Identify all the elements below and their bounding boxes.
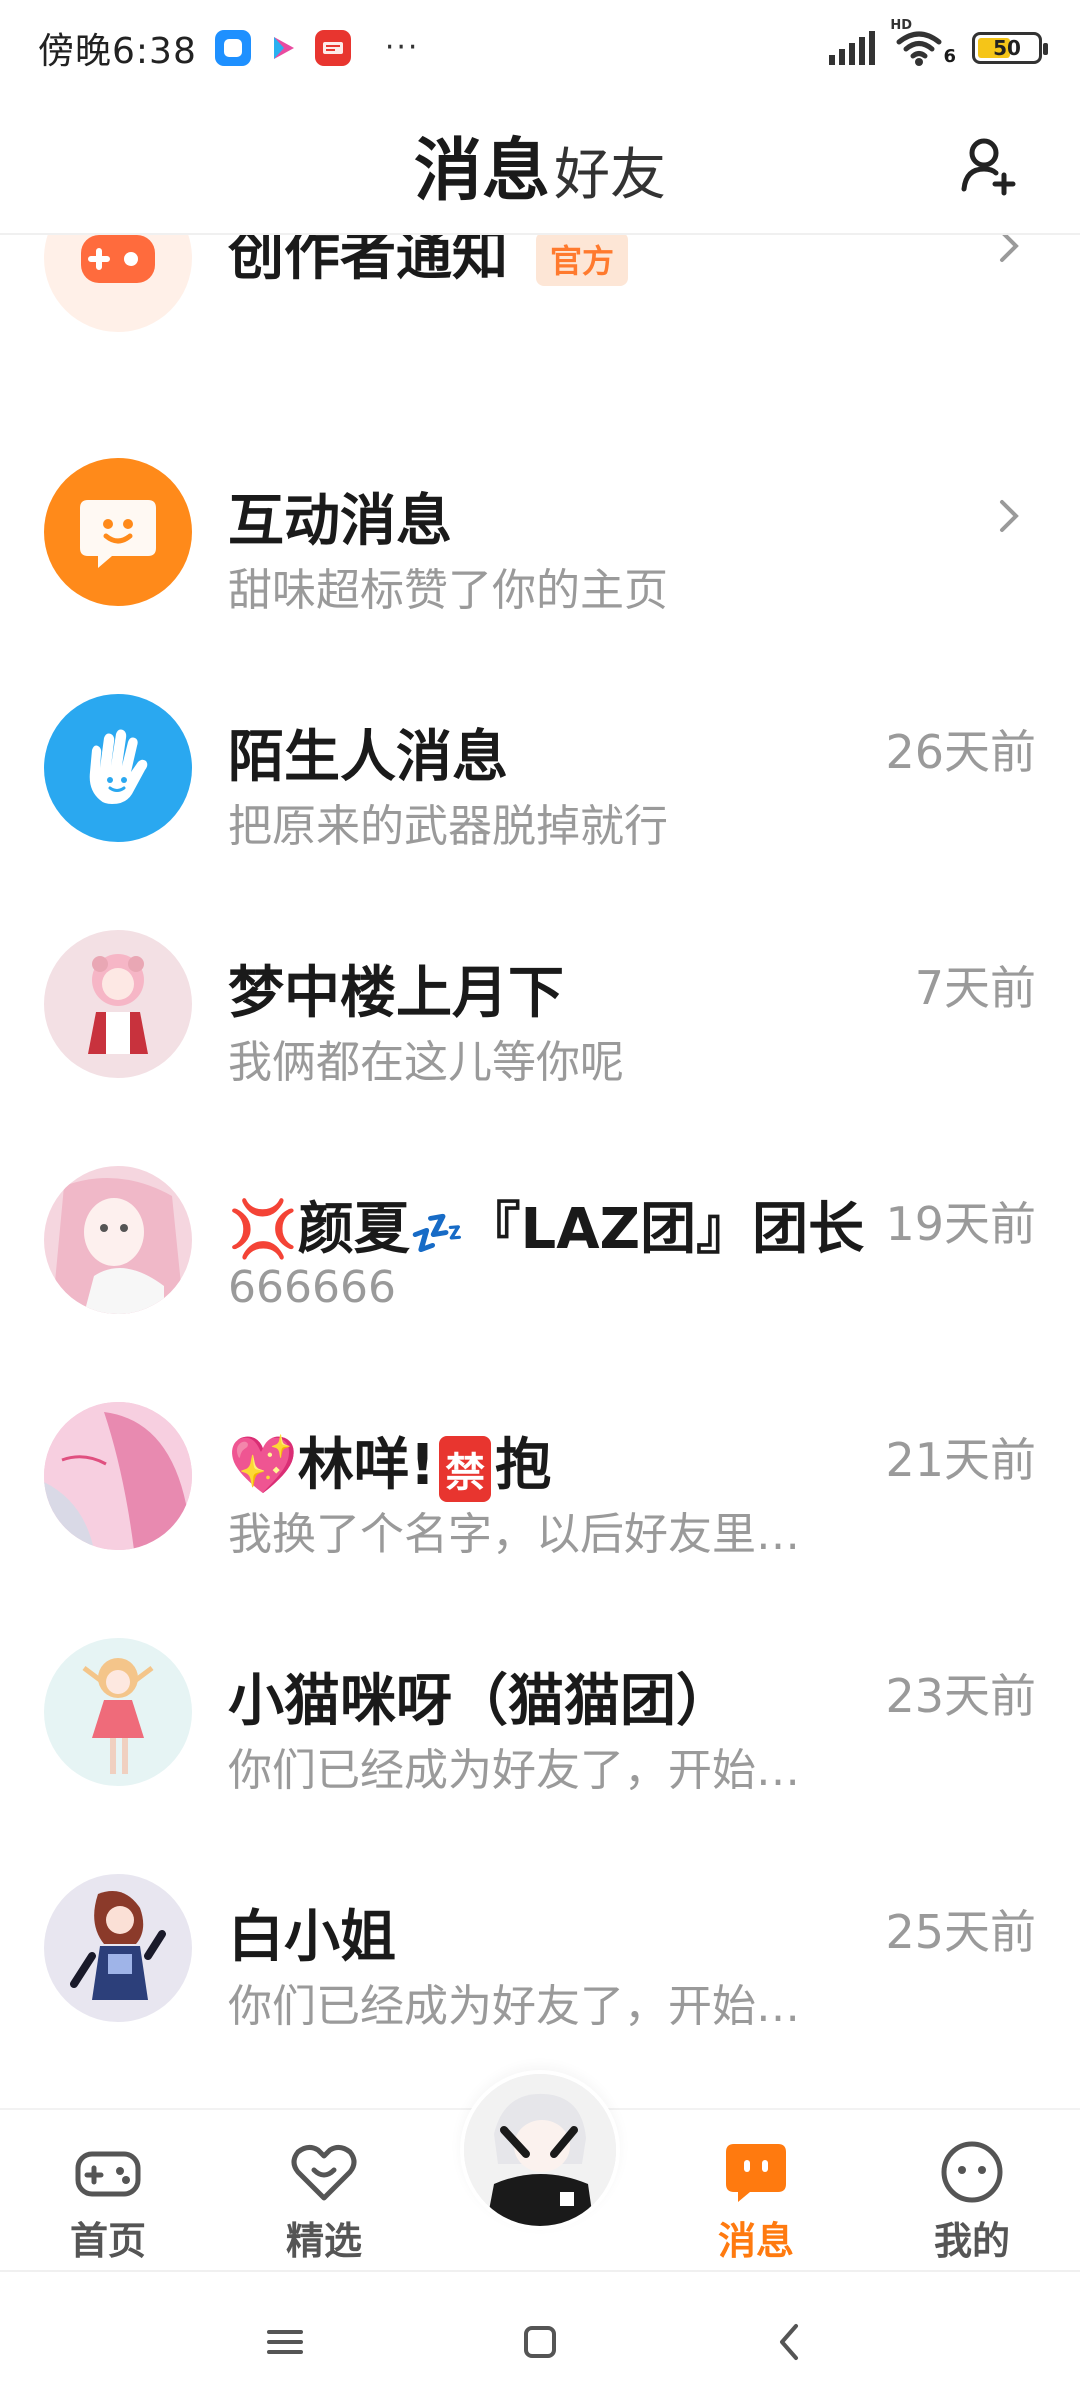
play-app-icon [265, 30, 301, 66]
network-type: HD [890, 18, 912, 33]
wifi-version: 6 [943, 46, 956, 67]
message-preview: 666666 [228, 1262, 396, 1313]
nav-featured[interactable]: 精选 [254, 2140, 394, 2265]
message-preview: 我俩都在这儿等你呢 [228, 1037, 624, 1088]
timestamp: 19天前 [885, 1197, 1036, 1251]
battery-level: 50 [993, 35, 1021, 60]
nav-label: 消息 [717, 2219, 794, 2263]
timestamp: 26天前 [885, 725, 1036, 779]
forbidden-emoji: 禁 [439, 1435, 492, 1502]
timestamp: 25天前 [885, 1905, 1036, 1959]
tab-messages[interactable]: 消息 [414, 115, 550, 214]
list-item[interactable]: 白小姐 你们已经成为好友了，开始… 25天前 [0, 1836, 1080, 2072]
list-item[interactable]: 梦中楼上月下 我俩都在这儿等你呢 7天前 [0, 892, 1080, 1128]
timestamp: 23天前 [885, 1669, 1036, 1723]
heart-emoji: 💖 [228, 1433, 298, 1498]
chevron-right-icon [996, 490, 1022, 548]
status-indicators: HD 6 50 [825, 18, 1048, 68]
message-preview: 我换了个名字，以后好友里… [228, 1509, 800, 1560]
conversation-name-suffix: 『LAZ团』团长 [464, 1197, 865, 1262]
game-controller-icon [44, 235, 192, 332]
conversation-name: 创作者通知 官方 [228, 235, 629, 291]
conversation-name-suffix: 抱 [495, 1433, 552, 1498]
nav-home[interactable]: 首页 [38, 2140, 178, 2265]
list-item[interactable]: 陌生人消息 把原来的武器脱掉就行 26天前 [0, 656, 1080, 892]
message-list[interactable]: 创作者通知 官方 互动消息 甜味超标赞了你的主页 陌生人消息 把原来的武器脱掉就… [0, 235, 1080, 2110]
nav-label: 我的 [933, 2219, 1010, 2263]
news-app-icon [314, 29, 351, 66]
message-icon [726, 2144, 786, 2202]
menu-icon[interactable] [255, 2312, 315, 2372]
signal-icon [829, 30, 876, 65]
nav-label: 精选 [285, 2219, 362, 2263]
app-notification-icon [214, 29, 251, 66]
heart-icon [291, 2144, 357, 2201]
nav-profile[interactable]: 我的 [902, 2140, 1042, 2265]
message-preview: 你们已经成为好友了，开始… [228, 1745, 800, 1796]
conversation-name: 互动消息 [228, 489, 452, 554]
conversation-name: 梦中楼上月下 [228, 961, 564, 1026]
official-badge: 官方 [536, 235, 629, 286]
list-item[interactable]: 💢颜夏💤『LAZ团』团长 666666 19天前 [0, 1128, 1080, 1364]
add-friend-icon[interactable] [958, 133, 1022, 197]
avatar[interactable] [44, 1874, 192, 2022]
conversation-name: 小猫咪呀（猫猫团） [228, 1669, 732, 1734]
conversation-name: 陌生人消息 [228, 725, 508, 790]
more-notifications-icon: ··· [384, 30, 420, 65]
avatar[interactable] [44, 1166, 192, 1314]
anger-emoji: 💢 [228, 1197, 298, 1262]
back-icon[interactable] [760, 2312, 820, 2372]
avatar [464, 2074, 616, 2226]
timestamp: 7天前 [914, 961, 1036, 1015]
list-item[interactable]: 互动消息 甜味超标赞了你的主页 [0, 420, 1080, 656]
avatar[interactable] [44, 1638, 192, 1786]
wifi-icon [896, 31, 942, 66]
avatar[interactable] [44, 930, 192, 1078]
list-item[interactable]: 💖林咩! 禁抱 我换了个名字，以后好友里… 21天前 [0, 1364, 1080, 1600]
nav-messages[interactable]: 消息 [686, 2140, 826, 2265]
message-preview: 你们已经成为好友了，开始… [228, 1981, 800, 2032]
battery-icon: 50 [972, 31, 1048, 64]
conversation-name-text: 创作者通知 [228, 235, 508, 288]
conversation-name-text: 林咩! [297, 1433, 436, 1498]
message-preview: 甜味超标赞了你的主页 [228, 565, 668, 616]
home-square-icon[interactable] [510, 2312, 570, 2372]
smile-bubble-icon [44, 458, 192, 606]
status-bar: 傍晚6:38 ··· HD 6 50 [0, 0, 1080, 95]
system-navigation [0, 2270, 1080, 2400]
chevron-right-icon [996, 235, 1022, 278]
top-header: 消息 好友 [0, 95, 1080, 235]
conversation-name: 💖林咩! 禁抱 [228, 1420, 551, 1502]
conversation-name: 白小姐 [228, 1905, 396, 1970]
nav-label: 首页 [69, 2219, 146, 2263]
center-avatar-button[interactable] [460, 2070, 620, 2230]
hand-wave-icon [44, 694, 192, 842]
message-preview: 把原来的武器脱掉就行 [228, 801, 668, 852]
status-app-icons: ··· [214, 29, 420, 66]
conversation-name: 💢颜夏💤『LAZ团』团长 [228, 1184, 864, 1265]
tab-friends[interactable]: 好友 [554, 130, 666, 211]
timestamp: 21天前 [885, 1433, 1036, 1487]
header-tabs: 消息 好友 [414, 115, 666, 214]
list-item[interactable]: 创作者通知 官方 [0, 235, 1080, 376]
sleep-emoji: 💤 [409, 1208, 465, 1259]
conversation-name-text: 颜夏 [297, 1197, 410, 1262]
avatar[interactable] [44, 1402, 192, 1550]
list-item[interactable]: 小猫咪呀（猫猫团） 你们已经成为好友了，开始… 23天前 [0, 1600, 1080, 1836]
gamepad-icon [75, 2151, 141, 2197]
face-icon [941, 2141, 1003, 2203]
status-time: 傍晚6:38 [38, 30, 197, 72]
bottom-navigation: 首页 精选 消息 我的 [0, 2070, 1080, 2270]
